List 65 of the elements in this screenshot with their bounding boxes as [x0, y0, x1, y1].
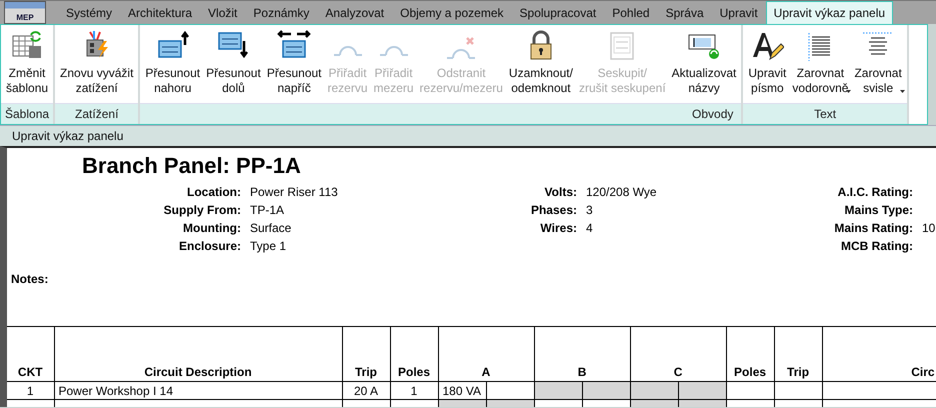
arc-icon: [332, 46, 363, 56]
field-value: Power Riser 113: [249, 185, 339, 199]
ribbon-button[interactable]: Uzamknout/ odemknout: [506, 25, 576, 103]
field-label: Mounting:: [182, 221, 241, 235]
group-title: Zatížení: [55, 103, 138, 124]
ribbon-button[interactable]: Znovu vyvážit zatížení: [57, 25, 136, 103]
ribbon-button[interactable]: Zarovnat svisle: [851, 25, 905, 103]
column-header: Trip: [342, 326, 390, 382]
field-label: Wires:: [539, 221, 577, 235]
ribbon-tab[interactable]: Systémy: [58, 1, 120, 24]
table-cell: 1: [7, 382, 54, 400]
field-label: Location:: [186, 185, 241, 199]
column-header: A: [438, 326, 534, 382]
column-header: Poles: [390, 326, 438, 382]
field-label: Volts:: [544, 185, 577, 199]
caret-icon: [846, 90, 852, 93]
field-value: Surface: [249, 221, 292, 235]
field-value: 4: [585, 221, 594, 235]
field-value: TP-1A: [249, 203, 286, 217]
ribbon-button[interactable]: Aktualizovat názvy: [668, 25, 740, 103]
ribbon-button[interactable]: Změnit šablonu: [3, 25, 52, 103]
ribbon-tab[interactable]: Pohled: [604, 1, 658, 24]
field-label: Mains Rating:: [833, 221, 913, 235]
column-header: CKT: [7, 326, 54, 382]
field-value: Type 1: [249, 239, 288, 253]
ribbon-tab[interactable]: Objemy a pozemek: [392, 1, 512, 24]
ribbon-tab[interactable]: Architektura: [120, 1, 200, 24]
table-cell: Power Workshop I 14: [54, 382, 342, 400]
caret-icon: [900, 90, 905, 93]
field-label: Mains Type:: [844, 203, 913, 217]
schedule-title: Branch Panel: PP-1A: [82, 152, 302, 180]
ribbon-tab[interactable]: Správa: [658, 1, 712, 24]
field-value: 3: [585, 203, 594, 217]
column-header: Poles: [726, 326, 774, 382]
ribbon-button[interactable]: Přesunout nahoru: [142, 25, 204, 103]
field-label: Supply From:: [162, 203, 241, 217]
ribbon-button[interactable]: Zarovnat vodorovně: [789, 25, 852, 103]
ribbon-tab[interactable]: Upravit: [712, 1, 766, 24]
field-value: 10: [921, 221, 936, 235]
arc-remove-icon: [446, 37, 476, 59]
table-cell: 20 A: [342, 382, 390, 400]
ribbon-tab[interactable]: Upravit výkaz panelu: [766, 1, 894, 24]
ribbon-tab[interactable]: Spolupracovat: [512, 1, 604, 24]
field-label: MCB Rating:: [840, 239, 913, 253]
field-value: 120/208 Wye: [585, 185, 658, 199]
field-label: Phases:: [530, 203, 577, 217]
group-title: Šablona: [1, 103, 54, 124]
arc-icon: [378, 46, 409, 56]
ribbon-button[interactable]: Přesunout napříč: [264, 25, 325, 103]
table-cell: 1: [390, 382, 438, 400]
ribbon-tab[interactable]: Poznámky: [245, 1, 318, 24]
group-title: Obvody: [140, 103, 742, 124]
ribbon-tab[interactable]: Analyzovat: [317, 1, 392, 24]
column-header: Circuit Description: [54, 326, 342, 382]
context-label: Upravit výkaz panelu: [0, 125, 936, 146]
ribbon-button[interactable]: Upravit písmo: [745, 25, 790, 103]
app-menu-button[interactable]: MEP: [4, 1, 46, 24]
field-label: A.I.C. Rating:: [836, 185, 913, 199]
ribbon-button[interactable]: Přesunout dolů: [203, 25, 264, 103]
group-title: Text: [743, 103, 907, 124]
ribbon-tab[interactable]: Vložit: [200, 1, 246, 24]
notes-label: Notes:: [11, 272, 50, 286]
column-header: Circ: [822, 326, 936, 382]
column-header: Trip: [774, 326, 822, 382]
field-label: Enclosure:: [178, 239, 241, 253]
